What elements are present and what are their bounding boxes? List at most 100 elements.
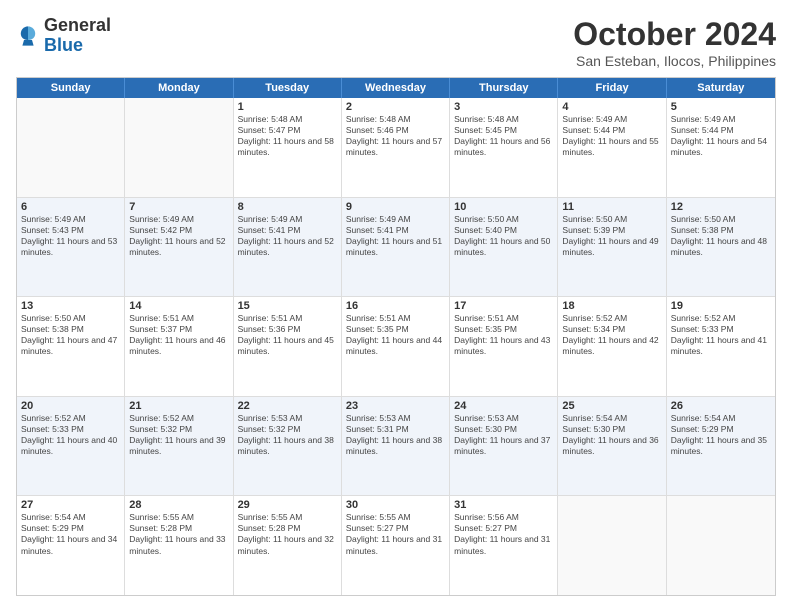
cell-info: Sunrise: 5:53 AMSunset: 5:32 PMDaylight:…	[238, 413, 337, 457]
cell-info: Sunrise: 5:51 AMSunset: 5:35 PMDaylight:…	[346, 313, 445, 357]
cell-date: 2	[346, 101, 445, 113]
cell-info: Sunrise: 5:50 AMSunset: 5:38 PMDaylight:…	[21, 313, 120, 357]
cell-info: Sunrise: 5:49 AMSunset: 5:44 PMDaylight:…	[671, 114, 771, 158]
cell-info: Sunrise: 5:48 AMSunset: 5:46 PMDaylight:…	[346, 114, 445, 158]
calendar-cell: 1Sunrise: 5:48 AMSunset: 5:47 PMDaylight…	[234, 98, 342, 197]
calendar-cell: 21Sunrise: 5:52 AMSunset: 5:32 PMDayligh…	[125, 397, 233, 496]
cell-date: 9	[346, 201, 445, 213]
cell-info: Sunrise: 5:49 AMSunset: 5:44 PMDaylight:…	[562, 114, 661, 158]
calendar-cell: 29Sunrise: 5:55 AMSunset: 5:28 PMDayligh…	[234, 496, 342, 595]
calendar-cell: 16Sunrise: 5:51 AMSunset: 5:35 PMDayligh…	[342, 297, 450, 396]
cell-date: 22	[238, 400, 337, 412]
calendar-cell: 25Sunrise: 5:54 AMSunset: 5:30 PMDayligh…	[558, 397, 666, 496]
logo: General Blue	[16, 16, 111, 56]
cell-date: 12	[671, 201, 771, 213]
calendar-cell	[125, 98, 233, 197]
logo-text: General Blue	[44, 16, 111, 56]
cell-info: Sunrise: 5:52 AMSunset: 5:32 PMDaylight:…	[129, 413, 228, 457]
cell-info: Sunrise: 5:54 AMSunset: 5:29 PMDaylight:…	[21, 512, 120, 556]
cell-date: 17	[454, 300, 553, 312]
cell-date: 31	[454, 499, 553, 511]
cell-info: Sunrise: 5:49 AMSunset: 5:42 PMDaylight:…	[129, 214, 228, 258]
calendar-cell: 10Sunrise: 5:50 AMSunset: 5:40 PMDayligh…	[450, 198, 558, 297]
cell-date: 21	[129, 400, 228, 412]
cell-date: 13	[21, 300, 120, 312]
weekday-header: Sunday	[17, 78, 125, 98]
calendar-week-row: 1Sunrise: 5:48 AMSunset: 5:47 PMDaylight…	[17, 98, 775, 198]
calendar: SundayMondayTuesdayWednesdayThursdayFrid…	[16, 77, 776, 596]
calendar-cell: 2Sunrise: 5:48 AMSunset: 5:46 PMDaylight…	[342, 98, 450, 197]
cell-info: Sunrise: 5:52 AMSunset: 5:34 PMDaylight:…	[562, 313, 661, 357]
weekday-header: Friday	[558, 78, 666, 98]
calendar-cell: 3Sunrise: 5:48 AMSunset: 5:45 PMDaylight…	[450, 98, 558, 197]
calendar-cell: 31Sunrise: 5:56 AMSunset: 5:27 PMDayligh…	[450, 496, 558, 595]
cell-date: 8	[238, 201, 337, 213]
calendar-cell: 14Sunrise: 5:51 AMSunset: 5:37 PMDayligh…	[125, 297, 233, 396]
cell-date: 30	[346, 499, 445, 511]
calendar-cell: 13Sunrise: 5:50 AMSunset: 5:38 PMDayligh…	[17, 297, 125, 396]
calendar-cell: 24Sunrise: 5:53 AMSunset: 5:30 PMDayligh…	[450, 397, 558, 496]
title-block: October 2024 San Esteban, Ilocos, Philip…	[573, 16, 776, 69]
calendar-cell: 12Sunrise: 5:50 AMSunset: 5:38 PMDayligh…	[667, 198, 775, 297]
cell-info: Sunrise: 5:49 AMSunset: 5:41 PMDaylight:…	[346, 214, 445, 258]
cell-date: 20	[21, 400, 120, 412]
calendar-cell: 7Sunrise: 5:49 AMSunset: 5:42 PMDaylight…	[125, 198, 233, 297]
cell-date: 26	[671, 400, 771, 412]
cell-date: 29	[238, 499, 337, 511]
cell-date: 18	[562, 300, 661, 312]
cell-info: Sunrise: 5:51 AMSunset: 5:36 PMDaylight:…	[238, 313, 337, 357]
weekday-header: Wednesday	[342, 78, 450, 98]
calendar-cell	[17, 98, 125, 197]
cell-info: Sunrise: 5:48 AMSunset: 5:47 PMDaylight:…	[238, 114, 337, 158]
cell-info: Sunrise: 5:55 AMSunset: 5:27 PMDaylight:…	[346, 512, 445, 556]
calendar-cell: 11Sunrise: 5:50 AMSunset: 5:39 PMDayligh…	[558, 198, 666, 297]
cell-date: 28	[129, 499, 228, 511]
cell-date: 19	[671, 300, 771, 312]
cell-info: Sunrise: 5:54 AMSunset: 5:30 PMDaylight:…	[562, 413, 661, 457]
calendar-cell: 18Sunrise: 5:52 AMSunset: 5:34 PMDayligh…	[558, 297, 666, 396]
calendar-cell: 30Sunrise: 5:55 AMSunset: 5:27 PMDayligh…	[342, 496, 450, 595]
calendar-week-row: 27Sunrise: 5:54 AMSunset: 5:29 PMDayligh…	[17, 496, 775, 595]
cell-info: Sunrise: 5:50 AMSunset: 5:40 PMDaylight:…	[454, 214, 553, 258]
cell-info: Sunrise: 5:49 AMSunset: 5:43 PMDaylight:…	[21, 214, 120, 258]
calendar-week-row: 20Sunrise: 5:52 AMSunset: 5:33 PMDayligh…	[17, 397, 775, 497]
weekday-header: Tuesday	[234, 78, 342, 98]
calendar-cell: 15Sunrise: 5:51 AMSunset: 5:36 PMDayligh…	[234, 297, 342, 396]
month-title: October 2024	[573, 16, 776, 53]
cell-date: 16	[346, 300, 445, 312]
cell-date: 14	[129, 300, 228, 312]
calendar-cell	[667, 496, 775, 595]
logo-line2: Blue	[44, 36, 111, 56]
calendar-cell	[558, 496, 666, 595]
calendar-cell: 20Sunrise: 5:52 AMSunset: 5:33 PMDayligh…	[17, 397, 125, 496]
cell-info: Sunrise: 5:51 AMSunset: 5:37 PMDaylight:…	[129, 313, 228, 357]
cell-date: 24	[454, 400, 553, 412]
calendar-cell: 4Sunrise: 5:49 AMSunset: 5:44 PMDaylight…	[558, 98, 666, 197]
calendar-week-row: 13Sunrise: 5:50 AMSunset: 5:38 PMDayligh…	[17, 297, 775, 397]
calendar-cell: 8Sunrise: 5:49 AMSunset: 5:41 PMDaylight…	[234, 198, 342, 297]
calendar-cell: 22Sunrise: 5:53 AMSunset: 5:32 PMDayligh…	[234, 397, 342, 496]
cell-date: 1	[238, 101, 337, 113]
cell-date: 27	[21, 499, 120, 511]
calendar-cell: 27Sunrise: 5:54 AMSunset: 5:29 PMDayligh…	[17, 496, 125, 595]
cell-date: 25	[562, 400, 661, 412]
weekday-header: Saturday	[667, 78, 775, 98]
cell-info: Sunrise: 5:49 AMSunset: 5:41 PMDaylight:…	[238, 214, 337, 258]
location-title: San Esteban, Ilocos, Philippines	[573, 53, 776, 69]
logo-line1: General	[44, 16, 111, 36]
cell-info: Sunrise: 5:53 AMSunset: 5:30 PMDaylight:…	[454, 413, 553, 457]
cell-date: 5	[671, 101, 771, 113]
cell-info: Sunrise: 5:52 AMSunset: 5:33 PMDaylight:…	[671, 313, 771, 357]
cell-date: 15	[238, 300, 337, 312]
cell-date: 11	[562, 201, 661, 213]
cell-info: Sunrise: 5:51 AMSunset: 5:35 PMDaylight:…	[454, 313, 553, 357]
cell-info: Sunrise: 5:55 AMSunset: 5:28 PMDaylight:…	[238, 512, 337, 556]
cell-info: Sunrise: 5:54 AMSunset: 5:29 PMDaylight:…	[671, 413, 771, 457]
weekday-header: Monday	[125, 78, 233, 98]
cell-date: 3	[454, 101, 553, 113]
calendar-cell: 19Sunrise: 5:52 AMSunset: 5:33 PMDayligh…	[667, 297, 775, 396]
cell-info: Sunrise: 5:55 AMSunset: 5:28 PMDaylight:…	[129, 512, 228, 556]
calendar-cell: 26Sunrise: 5:54 AMSunset: 5:29 PMDayligh…	[667, 397, 775, 496]
calendar-cell: 28Sunrise: 5:55 AMSunset: 5:28 PMDayligh…	[125, 496, 233, 595]
cell-date: 7	[129, 201, 228, 213]
